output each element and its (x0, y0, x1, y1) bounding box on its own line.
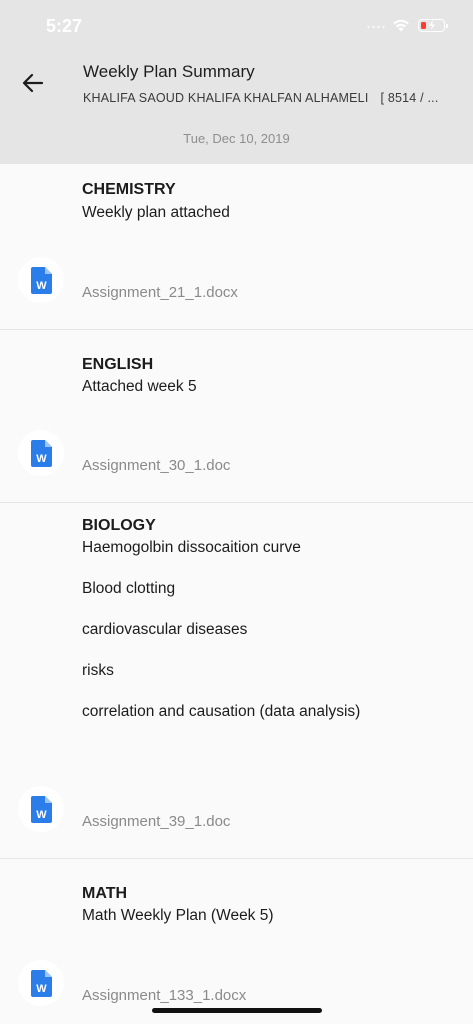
plan-card-math: MATH Math Weekly Plan (Week 5) W Assignm… (0, 859, 473, 1024)
status-icons (366, 17, 450, 35)
student-info: KHALIFA SAOUD KHALIFA KHALFAN ALHAMELI [ … (83, 91, 443, 105)
plan-card-biology: BIOLOGY Haemogolbin dissocaition curve B… (0, 503, 473, 859)
plan-note: cardiovascular diseases (82, 621, 248, 638)
svg-text:W: W (36, 280, 47, 292)
app-header: 5:27 Weekly Plan Summary KHALIFA SAOUD K… (0, 0, 473, 164)
attachment-link[interactable]: Assignment_30_1.doc (82, 457, 230, 474)
student-id: [ 8514 / ... (380, 91, 439, 105)
wifi-icon (393, 19, 409, 32)
plan-note: Attached week 5 (82, 378, 197, 395)
word-document-icon[interactable]: W (18, 786, 64, 832)
word-document-icon[interactable]: W (18, 430, 64, 476)
plan-card-chemistry: CHEMISTRY Weekly plan attached W Assignm… (0, 164, 473, 330)
status-time: 5:27 (46, 16, 83, 36)
plan-note: Haemogolbin dissocaition curve (82, 539, 301, 556)
plan-card-english: ENGLISH Attached week 5 W Assignment_30_… (0, 330, 473, 503)
subject-title: BIOLOGY (82, 517, 156, 534)
subject-title: MATH (82, 885, 128, 902)
word-document-icon[interactable]: W (18, 960, 64, 1006)
plan-note: correlation and causation (data analysis… (82, 703, 361, 720)
attachment-link[interactable]: Assignment_21_1.docx (82, 284, 238, 301)
word-document-icon[interactable]: W (18, 257, 64, 303)
page-title: Weekly Plan Summary (83, 62, 255, 81)
svg-text:W: W (36, 809, 47, 821)
plan-note: risks (82, 662, 114, 679)
svg-text:W: W (36, 983, 47, 995)
subject-title: ENGLISH (82, 356, 154, 373)
plan-note: Math Weekly Plan (Week 5) (82, 907, 274, 924)
cellular-signal-icon (366, 26, 386, 28)
student-name: KHALIFA SAOUD KHALIFA KHALFAN ALHAMELI (83, 91, 369, 105)
svg-text:W: W (36, 453, 47, 465)
back-arrow-icon[interactable] (18, 68, 48, 98)
plan-note: Blood clotting (82, 580, 176, 597)
home-indicator[interactable] (152, 1008, 322, 1013)
plan-date: Tue, Dec 10, 2019 (183, 131, 290, 146)
attachment-link[interactable]: Assignment_133_1.docx (82, 987, 246, 1004)
battery-icon (418, 19, 448, 32)
subject-title: CHEMISTRY (82, 181, 176, 198)
attachment-link[interactable]: Assignment_39_1.doc (82, 813, 230, 830)
plan-note: Weekly plan attached (82, 204, 230, 221)
